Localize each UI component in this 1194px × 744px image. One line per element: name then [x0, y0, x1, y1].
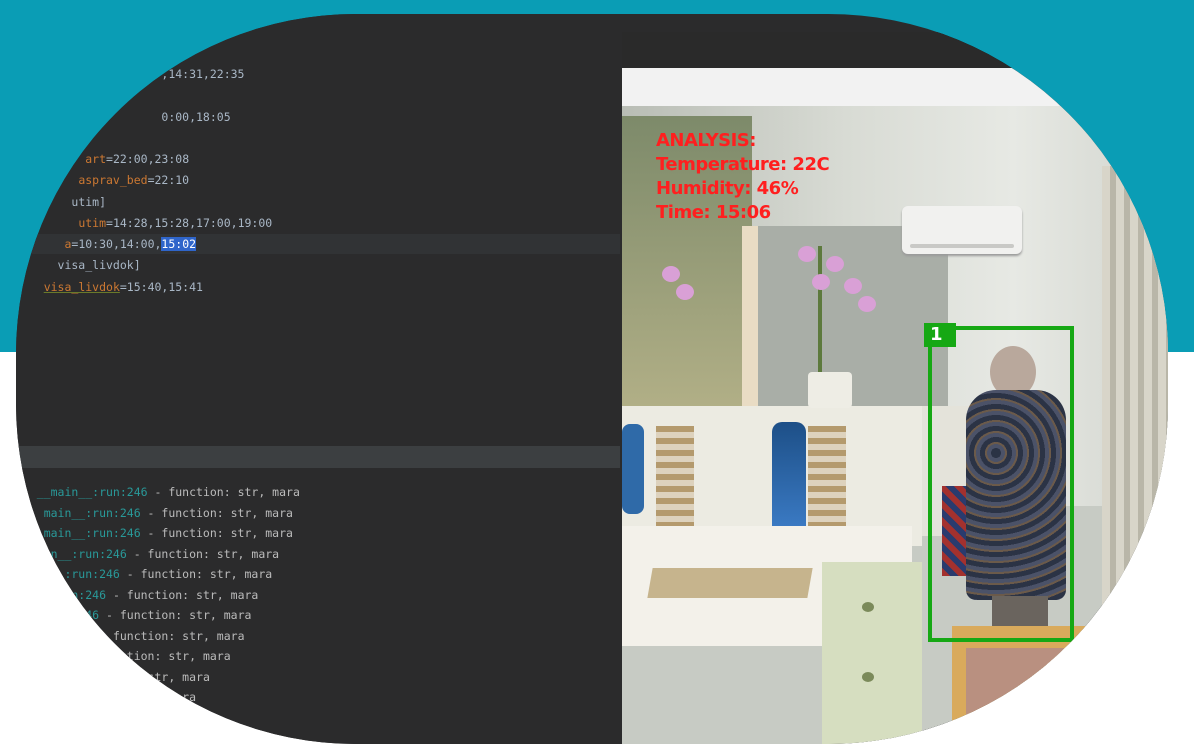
chair: [952, 626, 1092, 744]
camera-window: ANALYSIS: Temperature: 22C Humidity: 46%…: [622, 32, 1168, 744]
log-message: function: str, mara: [99, 649, 231, 663]
panel-divider[interactable]: [16, 446, 620, 468]
console-log-line: __main__:run:246 - function: str, mara: [16, 482, 620, 503]
log-location: main__:run:246: [16, 505, 141, 520]
code-line[interactable]: a=10:30,14:00,15:02: [16, 234, 620, 254]
code-token: ,14:31,22:35: [16, 67, 245, 81]
log-location: 46: [16, 628, 93, 643]
code-token: 0:00,18:05: [16, 110, 231, 124]
flower-pot: [808, 372, 852, 408]
log-location: __main__:run:246: [16, 485, 148, 499]
log-location: __:run:246: [16, 567, 120, 581]
code-token: art: [85, 152, 107, 166]
detection-box: [928, 326, 1074, 642]
log-message: - function: str, mara: [147, 485, 300, 499]
console-log-line: main__:run:246 - function: str, mara: [16, 523, 620, 544]
log-message: - function: str, mara: [119, 567, 273, 581]
code-line[interactable]: [16, 128, 620, 148]
code-editor[interactable]: ,14:31,22:35 0:00,18:05 art=22:00,23:08 …: [16, 14, 620, 450]
code-line[interactable]: [16, 86, 620, 106]
code-token: utim: [78, 216, 107, 230]
log-location: in__:run:246: [16, 546, 127, 561]
code-token: asprav_bed: [78, 173, 148, 187]
time-readout: Time: 15:06: [656, 202, 771, 223]
code-token: =22:00,23:08: [106, 152, 190, 166]
code-token: utim]: [71, 195, 107, 209]
log-location: [16, 649, 99, 663]
code-line[interactable]: art=22:00,23:08: [16, 149, 620, 169]
log-location: n:246: [16, 608, 100, 622]
log-message: - function: str, mara: [126, 546, 280, 561]
console-log-line: tion: str, mara: [16, 667, 620, 688]
console-log-line: 46 - function: str, mara: [16, 626, 620, 647]
console-log-line: mara: [16, 687, 620, 708]
log-message: tion: str, mara: [106, 669, 210, 684]
water-bottle-small: [622, 424, 644, 514]
console-log-line: n:246 - function: str, mara: [16, 605, 620, 626]
window-toolbar: [622, 68, 1168, 106]
log-message: - function: str, mara: [106, 587, 259, 602]
curtain: [1102, 166, 1168, 726]
code-line[interactable]: ,14:31,22:35: [16, 64, 620, 84]
open-book: [647, 568, 813, 598]
log-location: main__:run:246: [16, 526, 141, 540]
water-bottle: [772, 422, 806, 538]
console-log-line: run:246 - function: str, mara: [16, 585, 620, 606]
code-token: =15:40,15:41: [119, 280, 203, 294]
log-message: - function: str, mara: [99, 608, 252, 622]
log-location: run:246: [16, 587, 107, 602]
run-console[interactable]: __main__:run:246 - function: str, mara m…: [16, 468, 620, 744]
drawers: [822, 562, 922, 744]
code-line[interactable]: utim]: [16, 192, 620, 212]
log-message: - function: str, mara: [140, 526, 293, 540]
log-message: - function: str, mara: [140, 505, 293, 520]
log-message: - function: str, mara: [92, 628, 245, 643]
code-line[interactable]: utim=14:28,15:28,17:00,19:00: [16, 213, 620, 233]
console-log-line: function: str, mara: [16, 646, 620, 667]
console-log-line: __:run:246 - function: str, mara: [16, 564, 620, 585]
selected-text: 15:02: [161, 237, 197, 251]
console-log-line: in__:run:246 - function: str, mara: [16, 544, 620, 565]
air-conditioner: [902, 206, 1022, 254]
temperature-readout: Temperature: 22C: [656, 154, 830, 175]
console-log-line: main__:run:246 - function: str, mara: [16, 503, 620, 524]
humidity-readout: Humidity: 46%: [656, 178, 799, 199]
code-token: visa_livdok]: [16, 258, 141, 272]
code-line[interactable]: visa_livdok]: [16, 255, 620, 275]
screenshot-frame: ,14:31,22:35 0:00,18:05 art=22:00,23:08 …: [16, 14, 1168, 744]
code-token: =14:28,15:28,17:00,19:00: [106, 216, 273, 230]
code-line[interactable]: asprav_bed=22:10: [16, 170, 620, 190]
detection-label: 1: [924, 323, 956, 347]
camera-feed: ANALYSIS: Temperature: 22C Humidity: 46%…: [622, 106, 1168, 744]
code-token: visa_livdok: [43, 280, 120, 294]
analysis-heading: ANALYSIS:: [656, 130, 756, 151]
window-title-bar[interactable]: [622, 32, 1168, 68]
code-line[interactable]: 0:00,18:05: [16, 107, 620, 127]
code-line[interactable]: visa_livdok=15:40,15:41: [16, 277, 620, 297]
code-token: =10:30,14:00,: [71, 237, 162, 251]
log-location: [16, 670, 106, 684]
code-token: =22:10: [147, 173, 190, 187]
